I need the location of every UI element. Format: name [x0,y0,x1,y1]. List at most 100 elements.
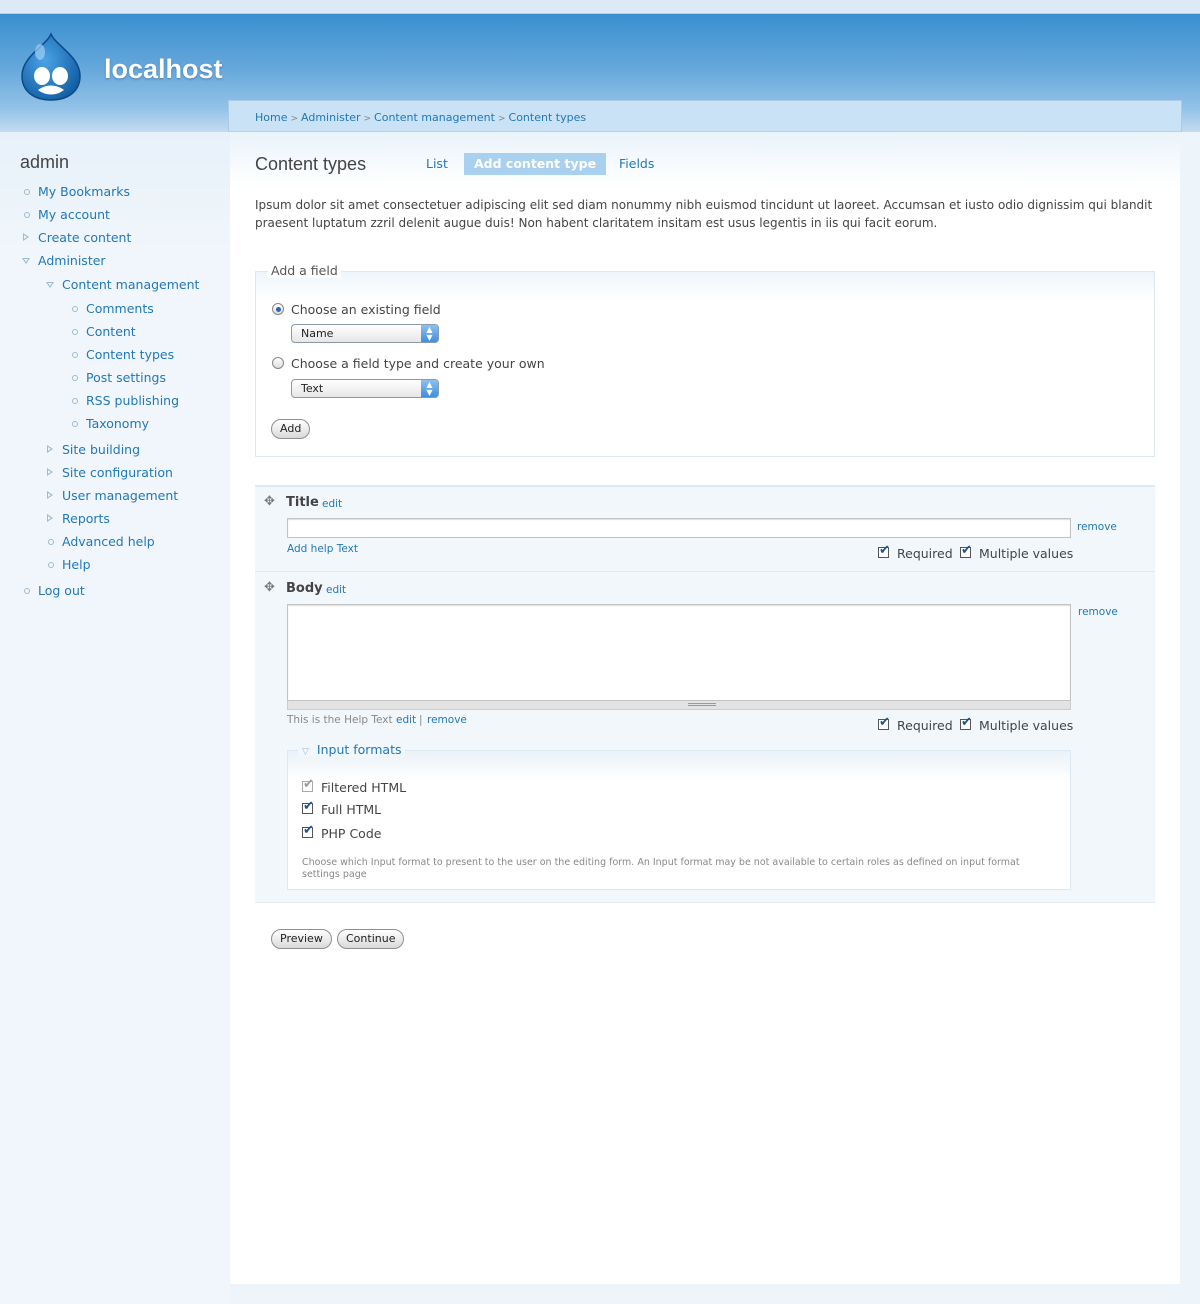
drupal-logo-icon[interactable] [18,32,84,102]
radio-existing-label[interactable]: Choose an existing field [291,302,441,317]
body-edit-link[interactable]: edit [326,584,346,596]
php-code-checkbox[interactable] [302,823,314,838]
sidebar-item-administer[interactable]: Administer [22,253,106,271]
help-edit-link[interactable]: edit [396,714,416,726]
sidebar-item-label: Site configuration [62,465,173,480]
title-required-checkbox[interactable] [878,543,890,558]
sidebar-item-label: Administer [38,253,106,268]
sidebar-item-help[interactable]: Help [48,557,91,575]
sidebar-item-post-settings[interactable]: Post settings [72,370,166,388]
drag-move-icon[interactable]: ✥ [264,495,276,508]
bullet-icon [48,562,54,568]
existing-field-select[interactable]: Name ▲ ▼ [291,324,439,343]
sidebar-item-create-content[interactable]: Create content [23,230,132,248]
add-field-legend: Add a field [268,263,341,278]
sidebar-item-label: My account [38,207,110,222]
intro-text: Ipsum dolor sit amet consectetuer adipis… [255,198,1153,230]
bullet-icon [24,588,30,594]
radio-existing-field[interactable] [272,303,284,315]
bullet-icon [48,539,54,545]
breadcrumb-separator: > [290,114,299,124]
breadcrumb-home[interactable]: Home [255,111,287,124]
site-name[interactable]: localhost [104,54,223,85]
bullet-icon [72,329,78,335]
sidebar-item-site-building[interactable]: Site building [47,442,140,460]
input-formats-toggle[interactable]: ▽ Input formats [298,742,406,757]
expand-arrow-icon [47,491,53,499]
breadcrumb-content-types[interactable]: Content types [509,111,587,124]
sidebar-item-my-bookmarks[interactable]: My Bookmarks [24,184,130,202]
expand-arrow-icon [47,445,53,453]
radio-new-label[interactable]: Choose a field type and create your own [291,356,545,371]
radio-new-field[interactable] [272,357,284,369]
sidebar-item-content-types[interactable]: Content types [72,347,174,365]
title-input[interactable] [287,518,1071,538]
title-remove-link[interactable]: remove [1077,521,1117,533]
sidebar-item-log-out[interactable]: Log out [24,583,85,601]
main-content: Home > Administer > Content management > Conte… [228,100,1182,1284]
field-type-select[interactable]: Text ▲ ▼ [291,379,439,398]
body-textarea[interactable] [287,604,1071,701]
body-multiple-label: Multiple values [979,718,1074,733]
continue-button[interactable]: Continue [337,929,405,949]
filtered-html-checkbox [302,777,314,792]
bullet-icon [24,212,30,218]
title-multiple-label: Multiple values [979,546,1074,561]
sidebar-item-rss-publishing[interactable]: RSS publishing [72,393,180,411]
expand-arrow-icon [23,233,29,241]
help-remove-link[interactable]: remove [427,714,467,726]
body-field-name: Body [286,581,323,596]
drag-move-icon[interactable]: ✥ [264,581,276,594]
select-arrows-icon: ▲ ▼ [421,380,438,397]
sidebar-item-advanced-help[interactable]: Advanced help [48,534,155,552]
bullet-icon [24,189,30,195]
body-required-checkbox[interactable] [878,715,890,730]
grip-lines-icon [688,703,716,706]
breadcrumb-content-management[interactable]: Content management [374,111,495,124]
sidebar-item-label: Taxonomy [86,416,150,431]
add-help-text-link[interactable]: Add help Text [287,543,358,555]
tab-fields[interactable]: Fields [609,153,664,175]
sidebar-item-label: RSS publishing [86,393,180,408]
sidebar-item-user-management[interactable]: User management [47,488,178,506]
title-multiple-checkbox[interactable] [960,543,972,558]
sidebar-item-content-management[interactable]: Content management [46,277,200,295]
field-type-value: Text [301,382,324,395]
filtered-html-label: Filtered HTML [321,780,407,795]
body-multiple-checkbox[interactable] [960,715,972,730]
sidebar-item-my-account[interactable]: My account [24,207,110,225]
full-html-checkbox[interactable] [302,799,314,814]
full-html-label: Full HTML [321,802,382,817]
tab-list[interactable]: List [416,153,458,175]
body-help-text: This is the Help Text [287,714,393,726]
expand-arrow-icon [47,514,53,522]
sidebar-item-label: Create content [38,230,132,245]
add-button[interactable]: Add [271,419,311,439]
tab-add-content-type[interactable]: Add content type [464,153,607,175]
breadcrumb-administer[interactable]: Administer [301,111,360,124]
sidebar-item-label: Content management [62,277,200,292]
input-formats-description: Choose which Input format to present to … [302,857,1020,880]
sidebar-item-content[interactable]: Content [72,324,136,342]
breadcrumb: Home > Administer > Content management > Conte… [255,111,586,124]
help-separator: | [419,714,423,726]
sidebar-item-comments[interactable]: Comments [72,301,154,319]
select-arrows-icon: ▲ ▼ [421,325,438,342]
preview-button[interactable]: Preview [271,929,332,949]
sidebar-title: admin [20,152,70,172]
input-formats-legend: Input formats [316,742,402,757]
expand-arrow-icon [47,468,53,476]
sidebar-navigation: admin My Bookmarks My account Create con… [0,132,230,1304]
breadcrumb-bar: Home > Administer > Content management > Conte… [228,100,1182,132]
body-field-row: ✥ Body edit remove This is the Help Text… [255,571,1155,903]
sidebar-item-label: Content [86,324,136,339]
php-code-label: PHP Code [321,826,382,841]
sidebar-item-reports[interactable]: Reports [47,511,110,529]
input-formats-fieldset: ▽ Input formats Filtered HTML Full HTML P… [287,742,1071,890]
body-remove-link[interactable]: remove [1078,606,1118,618]
title-edit-link[interactable]: edit [322,498,342,510]
sidebar-item-taxonomy[interactable]: Taxonomy [72,416,150,434]
textarea-resize-grip[interactable] [287,701,1071,710]
sidebar-item-label: Log out [38,583,85,598]
sidebar-item-site-configuration[interactable]: Site configuration [47,465,173,483]
